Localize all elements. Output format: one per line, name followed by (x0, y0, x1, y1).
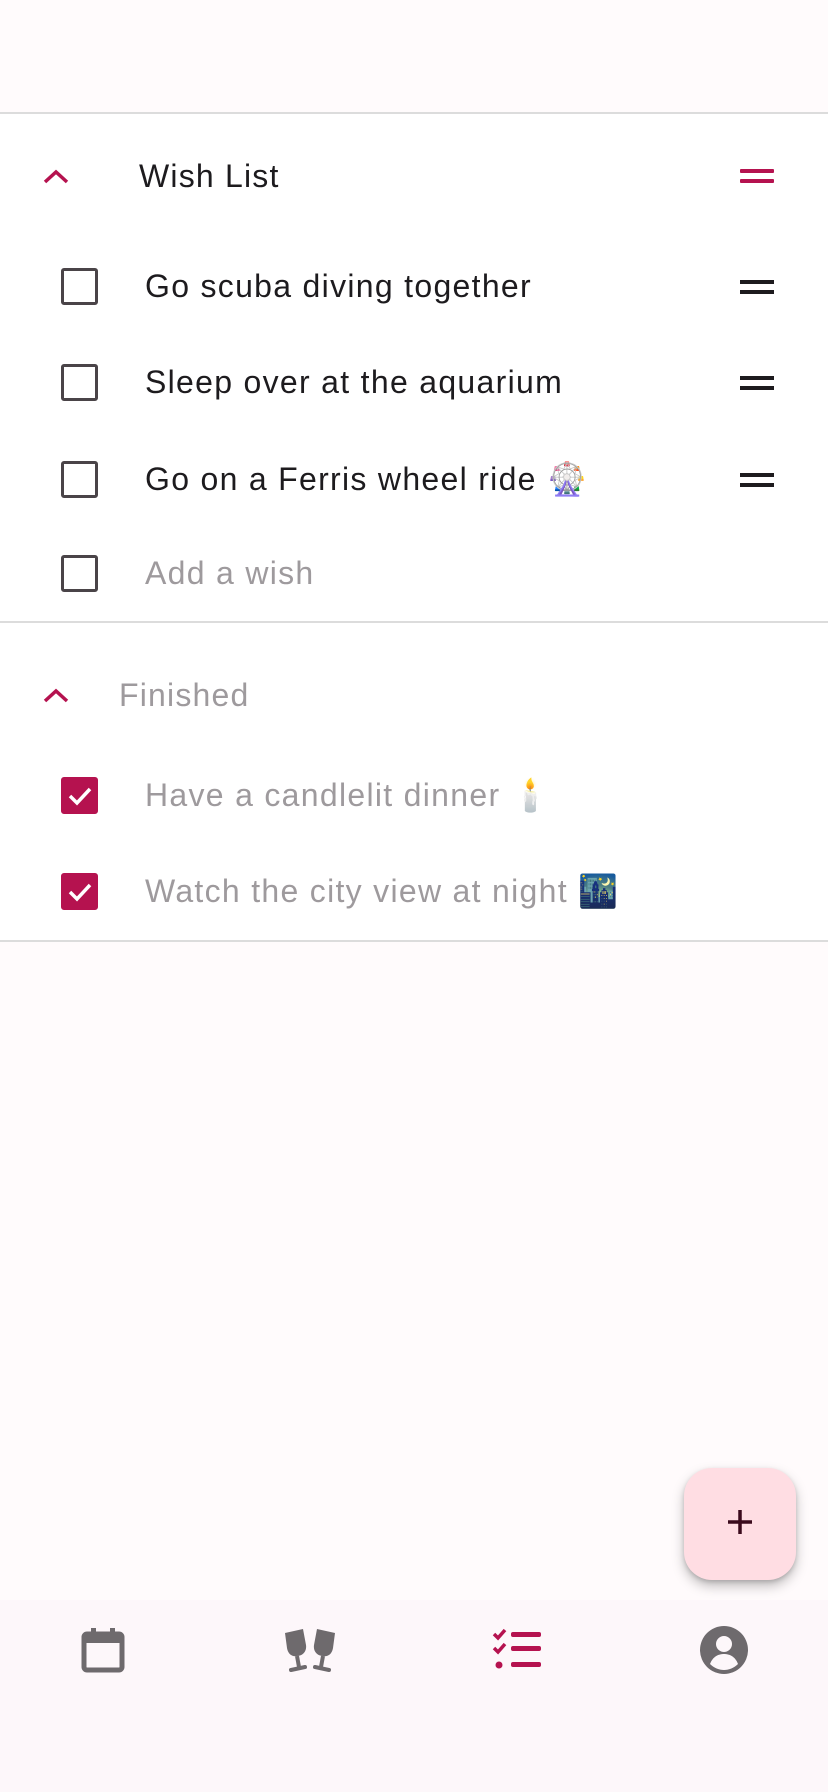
finished-section: Finished Have a candlelit dinner 🕯️ Watc… (0, 623, 828, 940)
list-item: Sleep over at the aquarium (0, 334, 828, 430)
section-divider (0, 940, 828, 942)
checkbox[interactable] (61, 364, 98, 401)
finished-title: Finished (119, 676, 250, 713)
nav-checklist[interactable] (467, 1620, 567, 1684)
top-app-bar (0, 0, 828, 112)
checkbox[interactable] (61, 555, 98, 592)
checkbox[interactable] (61, 461, 98, 498)
nav-cheers[interactable] (260, 1620, 360, 1684)
nav-profile[interactable] (674, 1620, 774, 1684)
checkbox[interactable] (61, 268, 98, 305)
drag-handle-icon[interactable] (740, 473, 774, 487)
wish-list-section: Wish List Go scuba diving together Sleep… (0, 114, 828, 622)
checklist-icon (492, 1628, 542, 1677)
checkbox-checked[interactable] (61, 777, 98, 814)
nav-calendar[interactable] (53, 1620, 153, 1684)
bottom-navigation (0, 1600, 828, 1792)
finished-item-label[interactable]: Watch the city view at night 🌃 (145, 843, 619, 939)
wish-item-label[interactable]: Sleep over at the aquarium (145, 334, 563, 430)
add-wish-row: Add a wish (0, 525, 828, 621)
wish-item-label[interactable]: Go scuba diving together (145, 238, 532, 334)
add-button[interactable] (684, 1468, 796, 1580)
account-circle-icon (699, 1625, 749, 1680)
chevron-up-icon[interactable] (40, 679, 72, 711)
wish-item-label[interactable]: Go on a Ferris wheel ride 🎡 (145, 431, 588, 527)
calendar-icon (80, 1626, 126, 1679)
drag-handle-icon[interactable] (740, 169, 774, 183)
checkbox-checked[interactable] (61, 873, 98, 910)
list-item: Go on a Ferris wheel ride 🎡 (0, 431, 828, 527)
list-item: Go scuba diving together (0, 238, 828, 334)
drag-handle-icon[interactable] (740, 280, 774, 294)
wish-list-title: Wish List (139, 157, 280, 194)
list-item: Have a candlelit dinner 🕯️ (0, 747, 828, 843)
plus-icon (724, 1506, 756, 1543)
add-wish-input[interactable]: Add a wish (145, 525, 315, 621)
list-item: Watch the city view at night 🌃 (0, 843, 828, 939)
finished-item-label[interactable]: Have a candlelit dinner 🕯️ (145, 747, 552, 843)
drag-handle-icon[interactable] (740, 376, 774, 390)
wish-list-header[interactable]: Wish List (0, 131, 828, 221)
cheers-icon (279, 1625, 341, 1680)
finished-header[interactable]: Finished (0, 650, 828, 740)
chevron-up-icon[interactable] (40, 160, 72, 192)
